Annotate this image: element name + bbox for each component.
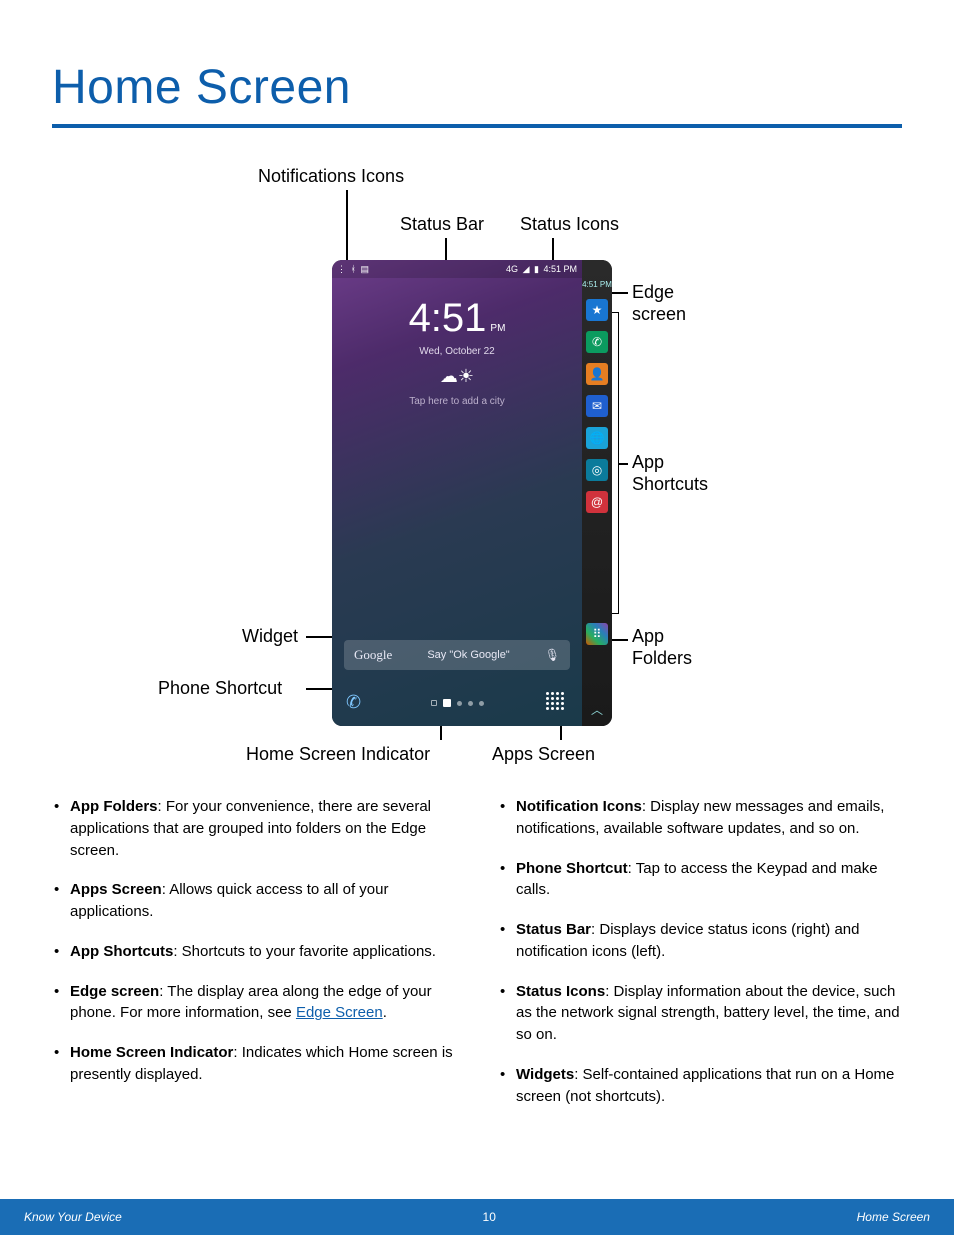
leader-status-bar xyxy=(445,238,447,260)
callout-edge-screen-line2: screen xyxy=(632,304,686,325)
clock-widget-date: Wed, October 22 xyxy=(332,346,582,357)
description-item: Apps Screen: Allows quick access to all … xyxy=(52,879,458,923)
signal-icon: ◢ xyxy=(523,264,530,274)
callout-app-shortcuts-line1: App xyxy=(632,452,664,473)
callout-apps-screen: Apps Screen xyxy=(492,744,595,765)
weather-icon: ☁︎☀︎ xyxy=(332,366,582,387)
description-term: Widgets xyxy=(516,1066,574,1083)
description-term: Home Screen Indicator xyxy=(70,1044,233,1061)
callout-app-folders-line1: App xyxy=(632,626,664,647)
description-item: Notification Icons: Display new messages… xyxy=(498,796,904,840)
edge-app-shortcut[interactable]: @ xyxy=(586,491,608,513)
home-screen-indicator xyxy=(431,699,484,707)
edge-app-shortcut[interactable]: ◎ xyxy=(586,459,608,481)
callout-widget: Widget xyxy=(242,626,298,647)
vibrate-icon: ▤ xyxy=(360,264,369,274)
wifi-icon: ⋮ xyxy=(337,264,346,274)
weather-hint[interactable]: Tap here to add a city xyxy=(332,396,582,407)
edge-time: 4:51 PM xyxy=(582,280,612,289)
phone-shortcut-icon[interactable]: ✆ xyxy=(346,692,368,714)
description-item: App Folders: For your convenience, there… xyxy=(52,796,458,861)
apps-screen-icon[interactable] xyxy=(546,692,568,714)
edge-app-shortcut[interactable]: ✆ xyxy=(586,331,608,353)
edge-app-folder[interactable]: ⠿ xyxy=(586,623,608,645)
callout-home-screen-indicator: Home Screen Indicator xyxy=(246,744,430,765)
description-item: Edge screen: The display area along the … xyxy=(52,981,458,1025)
microphone-icon[interactable] xyxy=(545,648,560,662)
callout-edge-screen-line1: Edge xyxy=(632,282,674,303)
phone-bottom-bar: ✆ xyxy=(332,680,582,726)
phone-main-screen: ⋮ ᚼ ▤ 4G ◢ ▮ 4:51 PM 4:51PM Wed, October… xyxy=(332,260,582,726)
callout-app-folders-line2: Folders xyxy=(632,648,692,669)
right-column: Notification Icons: Display new messages… xyxy=(498,796,904,1125)
clock-hours-min: 4:51 xyxy=(409,296,487,340)
indicator-dot xyxy=(457,701,462,706)
description-term: App Folders xyxy=(70,798,158,815)
google-search-widget[interactable]: Google Say "Ok Google" xyxy=(344,640,570,670)
google-logo: Google xyxy=(354,647,392,663)
callout-status-bar: Status Bar xyxy=(400,214,484,235)
description-columns: App Folders: For your convenience, there… xyxy=(52,796,904,1125)
page-title: Home Screen xyxy=(52,60,351,115)
clock-ampm: PM xyxy=(490,323,505,334)
edge-chevron-icon[interactable]: ︿ xyxy=(582,701,612,718)
description-term: Status Icons xyxy=(516,983,605,1000)
network-icon: 4G xyxy=(506,264,518,274)
battery-icon: ▮ xyxy=(534,264,539,274)
notification-icons-area: ⋮ ᚼ ▤ xyxy=(336,264,370,275)
callout-status-icons: Status Icons xyxy=(520,214,619,235)
indicator-dot xyxy=(479,701,484,706)
edge-app-shortcut[interactable]: 🌐 xyxy=(586,427,608,449)
footer-right: Home Screen xyxy=(857,1210,930,1224)
indicator-dot xyxy=(468,701,473,706)
description-item: Status Bar: Displays device status icons… xyxy=(498,919,904,963)
phone-mockup: ⋮ ᚼ ▤ 4G ◢ ▮ 4:51 PM 4:51PM Wed, October… xyxy=(332,260,612,726)
callout-phone-shortcut: Phone Shortcut xyxy=(158,678,282,699)
description-term: Notification Icons xyxy=(516,798,642,815)
description-term: Apps Screen xyxy=(70,881,162,898)
description-item: App Shortcuts: Shortcuts to your favorit… xyxy=(52,941,458,963)
clock-widget-time: 4:51PM xyxy=(332,298,582,338)
description-item: Status Icons: Display information about … xyxy=(498,981,904,1046)
title-rule xyxy=(52,124,902,128)
description-term: Phone Shortcut xyxy=(516,860,628,877)
bracket-app-shortcuts xyxy=(611,312,619,614)
edge-screen-link[interactable]: Edge Screen xyxy=(296,1004,383,1021)
edge-app-shortcut[interactable]: 👤 xyxy=(586,363,608,385)
leader-notifications-icons xyxy=(346,190,348,260)
status-icons-area: 4G ◢ ▮ 4:51 PM xyxy=(505,264,578,275)
left-column: App Folders: For your convenience, there… xyxy=(52,796,458,1125)
callout-notifications-icons: Notifications Icons xyxy=(258,166,404,187)
description-item: Home Screen Indicator: Indicates which H… xyxy=(52,1042,458,1086)
description-item: Phone Shortcut: Tap to access the Keypad… xyxy=(498,858,904,902)
status-bar: ⋮ ᚼ ▤ 4G ◢ ▮ 4:51 PM xyxy=(332,260,582,278)
status-time: 4:51 PM xyxy=(543,264,577,274)
edge-screen[interactable]: 4:51 PM ★ ✆ 👤 ✉ 🌐 ◎ @ ⠿ ︿ xyxy=(582,260,612,726)
footer-page-number: 10 xyxy=(483,1210,496,1224)
indicator-home-icon xyxy=(443,699,451,707)
edge-app-shortcut[interactable]: ✉ xyxy=(586,395,608,417)
footer-left: Know Your Device xyxy=(24,1210,122,1224)
google-hint: Say "Ok Google" xyxy=(427,649,509,661)
description-term: Edge screen xyxy=(70,983,159,1000)
description-item: Widgets: Self-contained applications tha… xyxy=(498,1064,904,1108)
edge-app-shortcut[interactable]: ★ xyxy=(586,299,608,321)
indicator-dot xyxy=(431,700,437,706)
callout-app-shortcuts-line2: Shortcuts xyxy=(632,474,708,495)
leader-app-shortcuts xyxy=(618,463,628,465)
bluetooth-icon: ᚼ xyxy=(351,264,356,274)
page-footer: Know Your Device 10 Home Screen xyxy=(0,1199,954,1235)
description-term: Status Bar xyxy=(516,921,591,938)
leader-status-icons xyxy=(552,238,554,260)
description-term: App Shortcuts xyxy=(70,943,173,960)
